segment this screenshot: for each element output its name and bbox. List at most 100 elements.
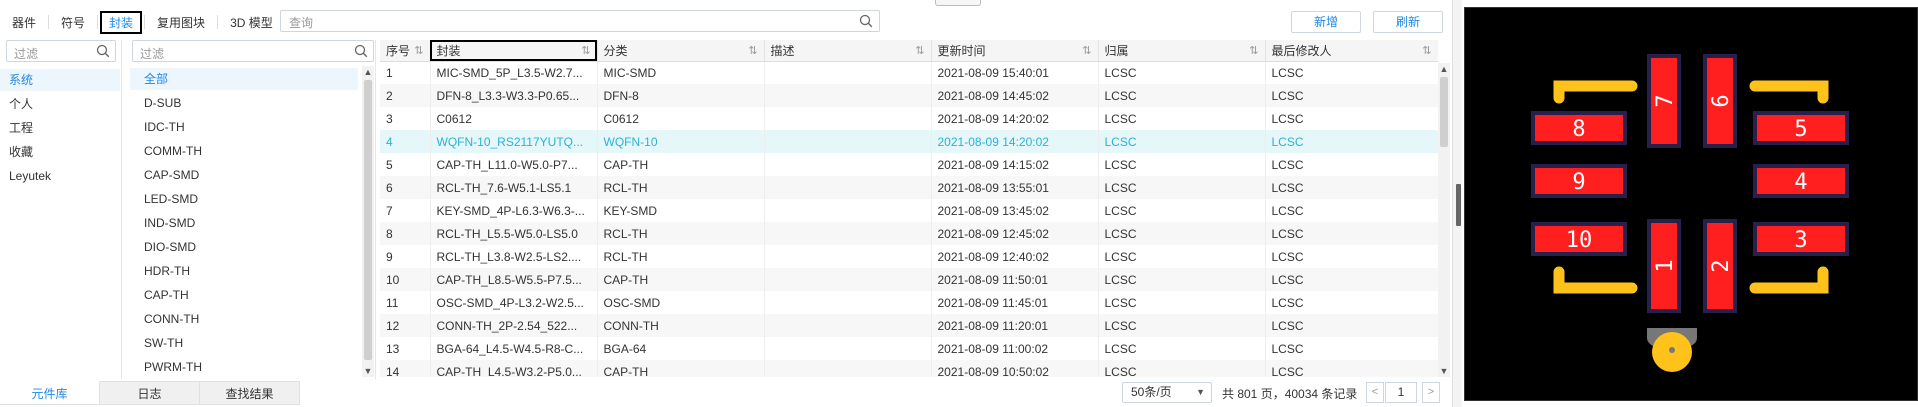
- cell-category: CAP-TH: [597, 153, 765, 176]
- cell-footprint: BGA-64_L4.5-W4.5-R8-C...: [430, 337, 598, 360]
- table-row[interactable]: 14 CAP-TH_L4.5-W3.2-P5.0... CAP-TH 2021-08-…: [380, 360, 1438, 377]
- cell-footprint: OSC-SMD_4P-L3.2-W2.5...: [430, 291, 598, 314]
- table-row[interactable]: 1 MIC-SMD_5P_L3.5-W2.7... MIC-SMD 2021-08-0…: [380, 61, 1438, 84]
- cell-last-modifier: LCSC: [1265, 314, 1438, 337]
- panel-splitter[interactable]: [1452, 0, 1462, 407]
- sort-icon[interactable]: ⇅: [748, 44, 757, 57]
- package-item[interactable]: D-SUB: [130, 92, 358, 114]
- tab-component-library[interactable]: 元件库: [0, 381, 100, 405]
- sort-icon[interactable]: ⇅: [414, 44, 423, 57]
- page-size-select[interactable]: 50条/页 ▼: [1122, 382, 1212, 403]
- package-item[interactable]: IND-SMD: [130, 212, 358, 234]
- tab-3d-model[interactable]: 3D 模型: [220, 11, 283, 34]
- cell-footprint: RCL-TH_7.6-W5.1-LS5.1: [430, 176, 598, 199]
- package-item[interactable]: IDC-TH: [130, 116, 358, 138]
- category-item-system[interactable]: 系统: [0, 69, 120, 91]
- column-label: 序号: [386, 43, 411, 58]
- scroll-up-icon[interactable]: ▲: [362, 66, 374, 78]
- sort-icon[interactable]: ⇅: [1082, 44, 1091, 57]
- cell-owner: LCSC: [1098, 130, 1266, 153]
- table-row[interactable]: 12 CONN-TH_2P-2.54_522... CONN-TH 2021-08-0…: [380, 314, 1438, 337]
- scroll-thumb[interactable]: [364, 80, 372, 360]
- page-number-input[interactable]: 1: [1385, 382, 1417, 403]
- column-label: 描述: [770, 43, 795, 58]
- column-header-footprint[interactable]: 封装 ⇅: [430, 40, 598, 62]
- package-item[interactable]: LED-SMD: [130, 188, 358, 210]
- search-icon[interactable]: [354, 44, 368, 58]
- sort-icon[interactable]: ⇅: [915, 44, 924, 57]
- scroll-up-icon[interactable]: ▲: [1438, 63, 1450, 75]
- tab-search-results[interactable]: 查找结果: [200, 381, 300, 405]
- collapse-toolbar-handle[interactable]: [935, 0, 981, 6]
- sort-icon[interactable]: ⇅: [1422, 44, 1431, 57]
- column-label: 分类: [603, 43, 628, 58]
- category-item-personal[interactable]: 个人: [0, 93, 120, 115]
- search-icon[interactable]: [859, 14, 873, 28]
- scroll-thumb[interactable]: [1440, 77, 1448, 147]
- table-row[interactable]: 8 RCL-TH_L5.5-W5.0-LS5.0 RCL-TH 2021-08-09 …: [380, 222, 1438, 245]
- cell-index: 13: [380, 337, 431, 360]
- cell-last-modifier: LCSC: [1265, 245, 1438, 268]
- package-item[interactable]: CAP-SMD: [130, 164, 358, 186]
- cell-updated: 2021-08-09 12:45:02: [931, 222, 1099, 245]
- tab-reuse-block[interactable]: 复用图块: [147, 11, 215, 34]
- package-item[interactable]: DIO-SMD: [130, 236, 358, 258]
- column-header-last-modifier[interactable]: 最后修改人 ⇅: [1265, 40, 1438, 62]
- cell-category: RCL-TH: [597, 222, 765, 245]
- cell-category: DFN-8: [597, 84, 765, 107]
- table-row[interactable]: 11 OSC-SMD_4P-L3.2-W2.5... OSC-SMD 2021-08-…: [380, 291, 1438, 314]
- tab-log[interactable]: 日志: [100, 381, 200, 405]
- category-item-leyutek[interactable]: Leyutek: [0, 165, 120, 187]
- table-row[interactable]: 10 CAP-TH_L8.5-W5.5-P7.5... CAP-TH 2021-08-…: [380, 268, 1438, 291]
- table-row[interactable]: 5 CAP-TH_L11.0-W5.0-P7... CAP-TH 2021-08-09…: [380, 153, 1438, 176]
- table-row[interactable]: 7 KEY-SMD_4P-L6.3-W6.3-... KEY-SMD 2021-08-…: [380, 199, 1438, 222]
- category-item-project[interactable]: 工程: [0, 117, 120, 139]
- table-row[interactable]: 4 WQFN-10_RS2117YUTQ... WQFN-10 2021-08-09 …: [380, 130, 1438, 153]
- category-item-favorites[interactable]: 收藏: [0, 141, 120, 163]
- cell-description: [764, 61, 932, 84]
- table-row[interactable]: 9 RCL-TH_L3.8-W2.5-LS2.... RCL-TH 2021-08-0…: [380, 245, 1438, 268]
- table-row[interactable]: 13 BGA-64_L4.5-W4.5-R8-C... BGA-64 2021-08-…: [380, 337, 1438, 360]
- table-scrollbar[interactable]: ▲ ▼: [1438, 63, 1450, 377]
- tab-device[interactable]: 器件: [2, 11, 46, 34]
- cell-last-modifier: LCSC: [1265, 84, 1438, 107]
- tab-symbol[interactable]: 符号: [51, 11, 95, 34]
- column-header-category[interactable]: 分类 ⇅: [597, 40, 765, 62]
- column-header-description[interactable]: 描述 ⇅: [764, 40, 932, 62]
- package-item[interactable]: CONN-TH: [130, 308, 358, 330]
- refresh-button[interactable]: 刷新: [1373, 11, 1443, 33]
- next-page-button[interactable]: >: [1422, 382, 1440, 403]
- column-header-index[interactable]: 序号 ⇅: [380, 40, 431, 62]
- prev-page-button[interactable]: <: [1366, 382, 1384, 403]
- column-header-owner[interactable]: 归属 ⇅: [1098, 40, 1266, 62]
- package-item[interactable]: SW-TH: [130, 332, 358, 354]
- tab-footprint[interactable]: 封装: [100, 10, 143, 34]
- sort-icon[interactable]: ⇅: [1249, 44, 1258, 57]
- cell-owner: LCSC: [1098, 291, 1266, 314]
- silkscreen-corner: [1553, 80, 1638, 104]
- sort-icon[interactable]: ⇅: [581, 44, 590, 57]
- category-filter-input[interactable]: 过滤: [6, 40, 116, 62]
- search-input[interactable]: 查询: [280, 10, 880, 32]
- package-item[interactable]: PWRM-TH: [130, 356, 358, 378]
- scroll-down-icon[interactable]: ▼: [1438, 365, 1450, 377]
- table-row[interactable]: 6 RCL-TH_7.6-W5.1-LS5.1 RCL-TH 2021-08-09 1…: [380, 176, 1438, 199]
- footprint-preview: 1 2 3 4 5 6 7 8 9 10: [1464, 7, 1918, 401]
- scroll-down-icon[interactable]: ▼: [362, 365, 374, 377]
- column-header-updated[interactable]: 更新时间 ⇅: [931, 40, 1099, 62]
- search-icon[interactable]: [96, 44, 110, 58]
- cell-owner: LCSC: [1098, 176, 1266, 199]
- package-item[interactable]: HDR-TH: [130, 260, 358, 282]
- package-list-scrollbar[interactable]: ▲ ▼: [362, 66, 374, 377]
- add-button[interactable]: 新增: [1291, 11, 1361, 33]
- package-item[interactable]: COMM-TH: [130, 140, 358, 162]
- package-item-all[interactable]: 全部: [130, 68, 358, 90]
- cell-owner: LCSC: [1098, 268, 1266, 291]
- package-filter-input[interactable]: 过滤: [132, 40, 374, 62]
- cell-updated: 2021-08-09 15:40:01: [931, 61, 1099, 84]
- cell-footprint: RCL-TH_L5.5-W5.0-LS5.0: [430, 222, 598, 245]
- table-row[interactable]: 3 C0612 C0612 2021-08-09 14:20:02 LCSC LCSC: [380, 107, 1438, 130]
- table-row[interactable]: 2 DFN-8_L3.3-W3.3-P0.65... DFN-8 2021-08-09…: [380, 84, 1438, 107]
- splitter-handle[interactable]: [1456, 184, 1461, 226]
- package-item[interactable]: CAP-TH: [130, 284, 358, 306]
